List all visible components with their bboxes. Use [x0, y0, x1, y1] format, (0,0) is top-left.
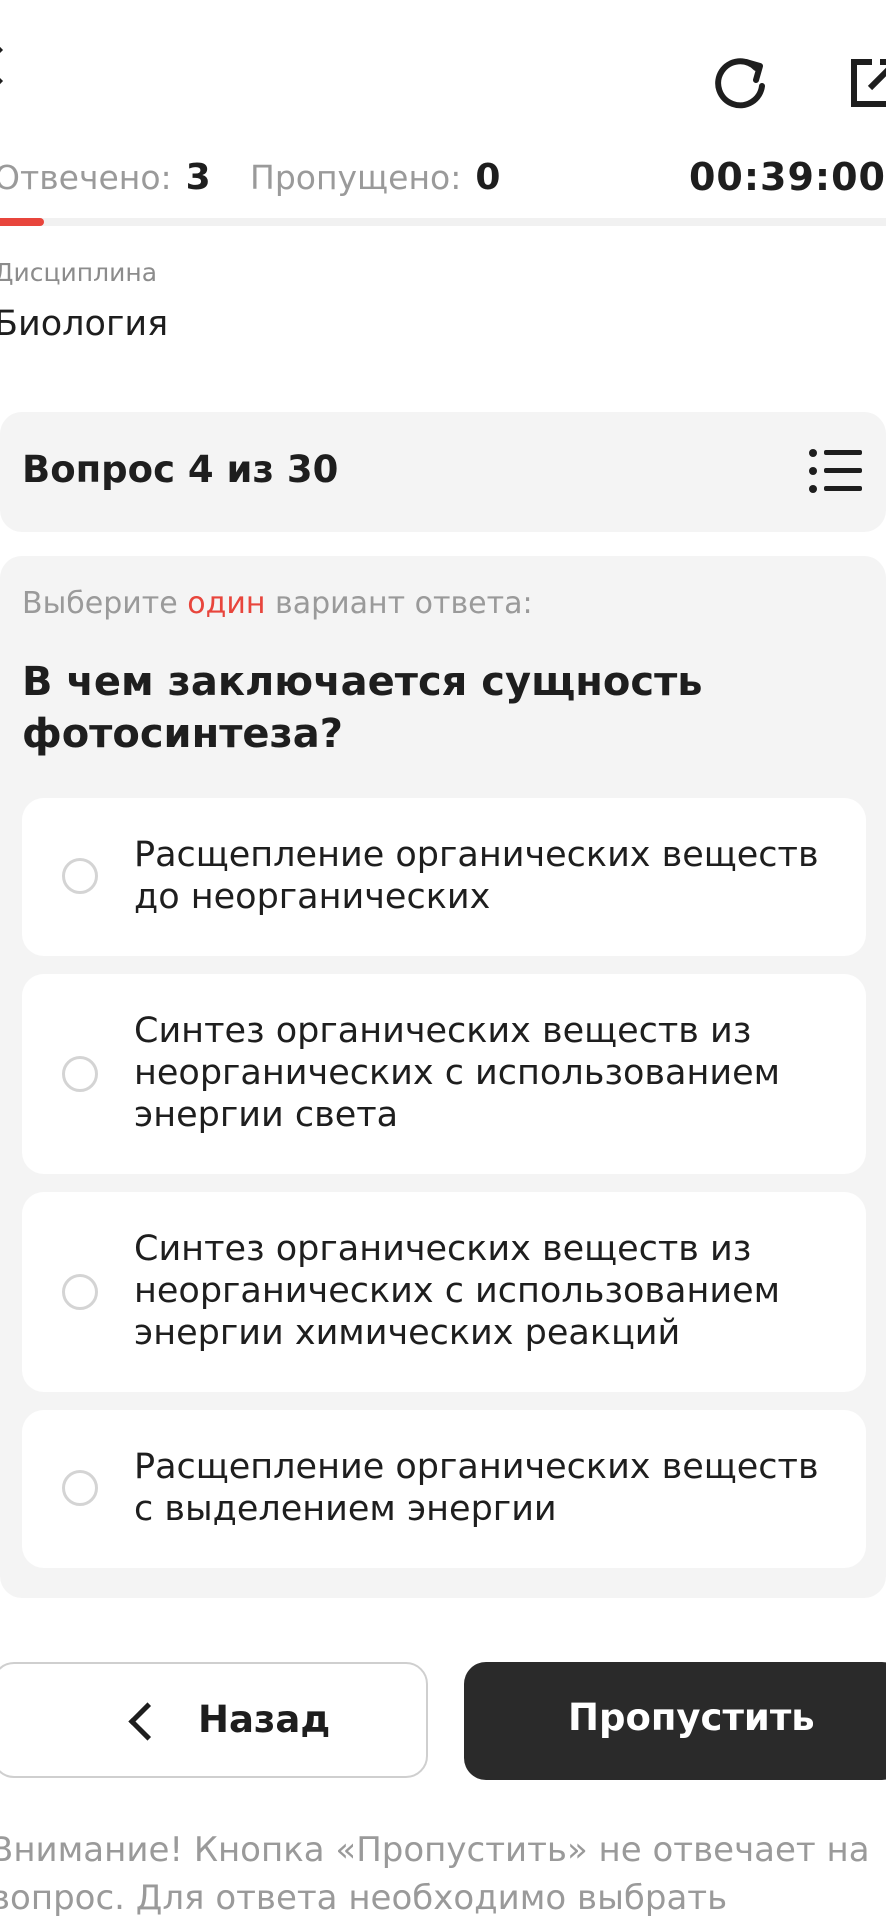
answer-option[interactable]: Синтез органических веществ из неорганич…: [22, 974, 866, 1174]
answer-option[interactable]: Синтез органических веществ из неорганич…: [22, 1192, 866, 1392]
skip-button-label: Пропустить: [568, 1696, 815, 1739]
radio-button[interactable]: [62, 858, 98, 894]
answer-option[interactable]: Расщепление органических веществ до неор…: [22, 798, 866, 956]
external-link-icon[interactable]: [846, 52, 886, 112]
answered-count: 3: [185, 157, 211, 198]
skipped-stat: Пропущено: 0: [250, 157, 500, 201]
instruction: Выберите один вариант ответа:: [22, 586, 533, 621]
radio-button[interactable]: [62, 1274, 98, 1310]
answer-option-text: Расщепление органических веществ с выдел…: [134, 1447, 819, 1529]
radio-button[interactable]: [62, 1470, 98, 1506]
list-icon[interactable]: [808, 446, 864, 496]
discipline-label: Дисциплина: [0, 258, 158, 287]
answer-option-text: Синтез органических веществ из неорганич…: [134, 1011, 781, 1135]
skipped-label: Пропущено:: [250, 158, 462, 197]
question-counter: Вопрос 4 из 30: [22, 448, 339, 491]
instruction-prefix: Выберите: [22, 586, 178, 621]
instruction-suffix: вариант ответа:: [275, 586, 533, 621]
discipline-value: Биология: [0, 304, 169, 344]
skip-button[interactable]: Пропустить: [464, 1662, 886, 1780]
back-button-label: Назад: [198, 1698, 331, 1741]
back-chevron-icon[interactable]: [0, 46, 19, 85]
answer-option[interactable]: Расщепление органических веществ с выдел…: [22, 1410, 866, 1568]
answer-option-text: Расщепление органических веществ до неор…: [134, 835, 819, 917]
back-button[interactable]: Назад: [0, 1662, 428, 1778]
instruction-highlight: один: [187, 586, 266, 621]
answer-option-text: Синтез органических веществ из неорганич…: [134, 1229, 781, 1353]
progress-fill: [0, 218, 45, 226]
refresh-icon[interactable]: [712, 52, 772, 112]
question-text: В чем заключается сущность фотосинтеза?: [22, 659, 703, 757]
answered-label: Отвечено:: [0, 158, 172, 197]
chevron-left-icon: [128, 1702, 167, 1741]
radio-button[interactable]: [62, 1056, 98, 1092]
answered-stat: Отвечено: 3: [0, 157, 211, 201]
progress-track: [0, 218, 886, 226]
skip-warning: Внимание! Кнопка «Пропустить» не отвечае…: [0, 1830, 870, 1918]
skipped-count: 0: [475, 157, 501, 198]
timer: 00:39:00: [688, 155, 886, 199]
